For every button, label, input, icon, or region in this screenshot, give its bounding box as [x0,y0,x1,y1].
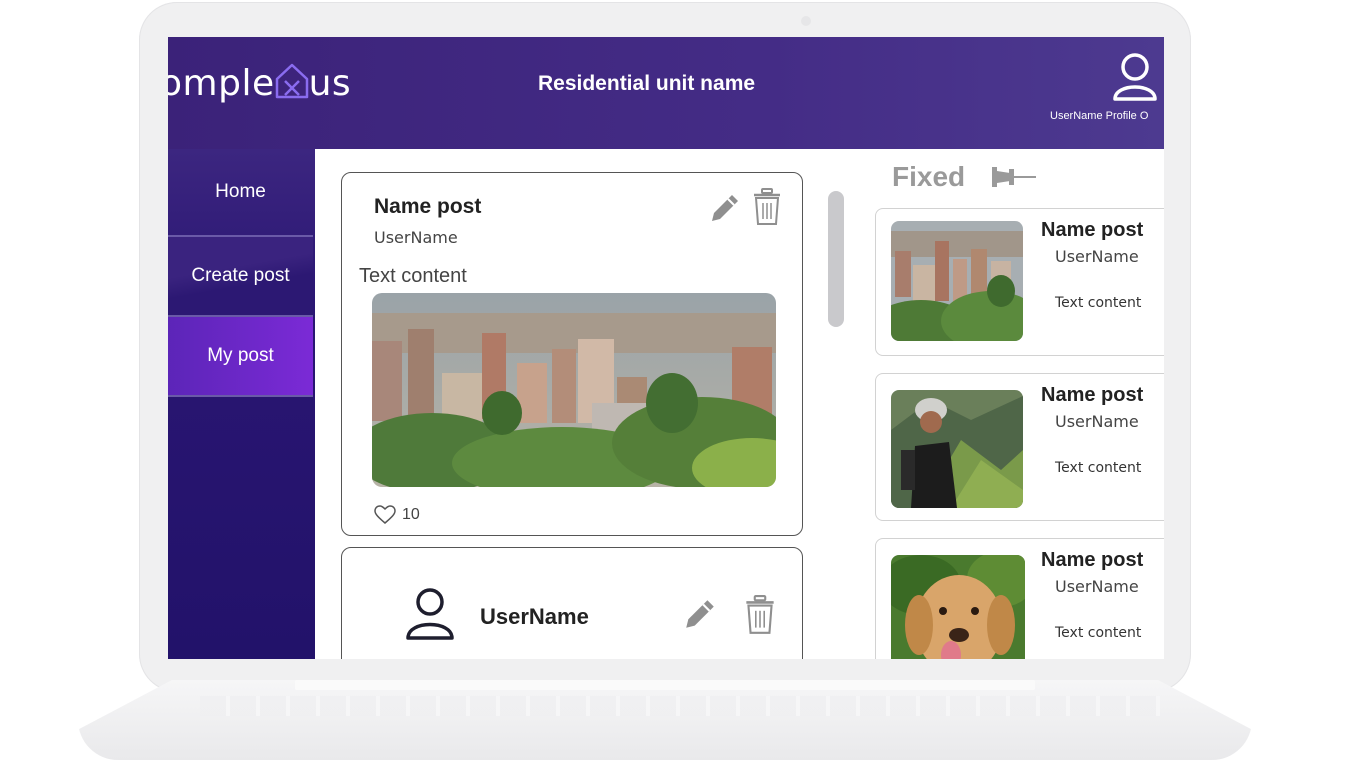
sidebar-item-label: Create post [191,265,290,286]
fixed-post-card[interactable]: Name post UserName Text content [875,208,1164,356]
heart-icon [374,505,396,524]
page-title: Residential unit name [538,72,756,95]
feed-scrollbar[interactable] [828,191,844,327]
laptop-base [78,680,1252,760]
top-bar: omple us Residential unit name UserName … [168,37,1164,149]
fixed-post-text: Text content [1055,295,1142,311]
post-username: UserName [374,228,458,247]
laptop-hinge [295,680,1035,690]
like-button[interactable]: 10 [374,505,420,525]
fixed-header: Fixed [892,161,966,192]
hiker-mountains-photo [891,390,1023,508]
fixed-post-card[interactable]: Name post UserName Text content [875,538,1164,659]
laptop-keyboard [200,696,1160,716]
fixed-post-username: UserName [1055,412,1139,431]
post-text: Text content [359,265,467,287]
logo-text-right: us [308,63,352,104]
post-title: Name post [374,195,482,218]
user-icon [1113,53,1157,101]
pencil-icon[interactable] [682,596,718,637]
like-count: 10 [402,506,420,523]
fixed-post-username: UserName [1055,577,1139,596]
profile-button[interactable] [1048,51,1164,108]
fixed-post-title: Name post [1041,384,1144,406]
fixed-post-text: Text content [1055,625,1142,641]
sidebar-item-my-post[interactable]: My post [168,317,313,397]
camera-icon [801,16,811,26]
fixed-post-username: UserName [1055,247,1139,266]
fixed-posts-panel: Fixed Name post UserName Text content Na… [860,149,1164,659]
city-skyline-photo [891,221,1023,341]
sidebar-item-create-post[interactable]: Create post [168,237,313,317]
trash-icon[interactable] [744,594,776,641]
app-logo[interactable]: omple us [168,61,351,104]
logo-text-left: omple [168,63,275,104]
fixed-post-title: Name post [1041,549,1144,571]
city-skyline-photo [372,293,776,487]
fixed-post-card[interactable]: Name post UserName Text content [875,373,1164,521]
sidebar-item-home[interactable]: Home [168,149,313,237]
sidebar-item-label: My post [207,345,274,366]
pin-icon [992,163,1038,196]
dog-photo [891,555,1025,659]
sidebar: Home Create post My post [168,149,315,659]
house-icon [275,61,309,99]
post-card[interactable]: UserName [341,547,803,659]
trash-icon[interactable] [752,187,782,232]
pencil-icon[interactable] [708,191,742,230]
sidebar-item-label: Home [215,181,266,202]
profile-label: UserName Profile O [1050,110,1149,122]
post-card[interactable]: Name post UserName Text content 10 [341,172,803,536]
post-feed: Name post UserName Text content 10 UserN… [315,149,860,659]
app-screen: omple us Residential unit name UserName … [168,37,1164,659]
fixed-post-title: Name post [1041,219,1144,241]
user-icon [404,586,456,647]
post-username: UserName [480,604,589,629]
fixed-post-text: Text content [1055,460,1142,476]
